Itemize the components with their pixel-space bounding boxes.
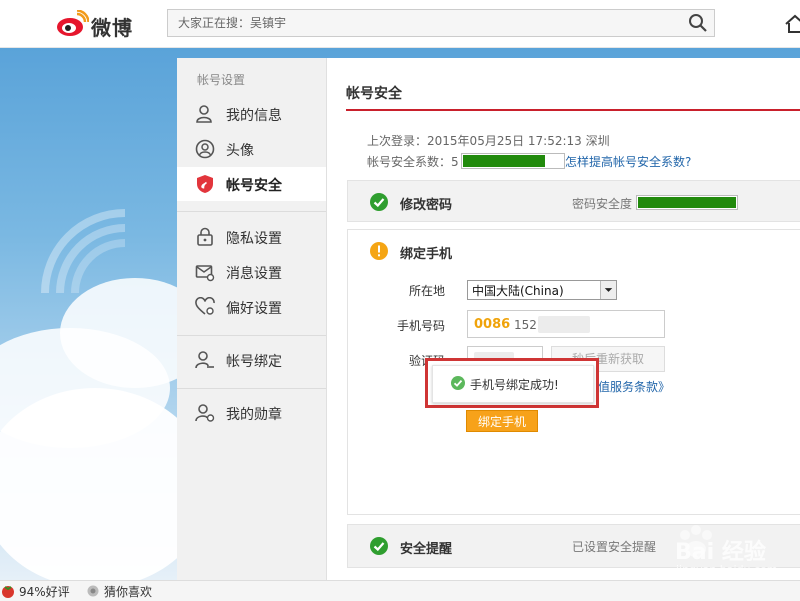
tomato-icon (2, 586, 14, 598)
browser-status-bar: 94%好评 猜你喜欢 (0, 580, 800, 601)
sidebar-item-privacy[interactable]: 隐私设置 (177, 220, 326, 254)
location-selected-value: 中国大陆(China) (472, 284, 564, 298)
last-login-value: 2015年05月25日 17:52:13 深圳 (427, 134, 610, 148)
rating-text: 94%好评 (19, 585, 70, 599)
sidebar-item-account-binding[interactable]: 帐号绑定 (177, 343, 326, 377)
sidebar-item-label: 帐号绑定 (226, 354, 282, 370)
chevron-down-icon (600, 281, 616, 299)
user-link-icon (195, 351, 214, 369)
location-select[interactable]: 中国大陆(China) (467, 280, 617, 300)
weibo-logo[interactable]: 微博 (55, 8, 145, 40)
guess-text: 猜你喜欢 (104, 585, 153, 599)
success-toast-highlight: 手机号绑定成功! (425, 358, 599, 408)
country-code: 0086 (474, 317, 511, 332)
heart-settings-icon (195, 297, 215, 315)
warning-circle-icon (370, 242, 388, 260)
search-input[interactable] (168, 10, 678, 36)
user-icon (196, 105, 212, 123)
avatar-icon (195, 139, 215, 159)
page-title: 帐号安全 (346, 86, 402, 102)
sidebar-item-label: 帐号安全 (226, 178, 282, 194)
sidebar-item-avatar[interactable]: 头像 (177, 132, 326, 166)
watermark-url: jingyan.baidu.com (676, 563, 778, 576)
password-strength-label: 密码安全度 (572, 197, 633, 211)
redacted-phone-digits (538, 316, 590, 333)
check-circle-icon (370, 193, 388, 211)
password-strength-bar (636, 195, 738, 210)
sidebar-item-label: 我的信息 (226, 108, 282, 124)
sidebar-item-preferences[interactable]: 偏好设置 (177, 290, 326, 324)
sidebar-item-label: 我的勋章 (226, 407, 282, 423)
sidebar-item-label: 头像 (226, 143, 254, 159)
logo-text: 微博 (91, 16, 133, 40)
change-password-section[interactable]: 修改密码 密码安全度 (347, 180, 800, 222)
sidebar-divider (177, 211, 326, 212)
location-label: 所在地 (408, 284, 445, 298)
search-icon[interactable] (688, 13, 708, 33)
sidebar-item-account-security[interactable]: 帐号安全 (177, 167, 326, 201)
bind-phone-button[interactable]: 绑定手机 (466, 410, 538, 432)
title-underline (346, 109, 800, 111)
security-score-fill (463, 155, 545, 167)
account-security-panel: 帐号安全 上次登录：2015年05月25日 17:52:13 深圳 帐号安全系数… (327, 58, 800, 580)
check-circle-icon (451, 376, 465, 390)
last-login-label: 上次登录： (367, 134, 428, 148)
watermark-text: Bai 经验 (675, 540, 766, 565)
circle-dot-icon (87, 585, 99, 597)
shield-icon (197, 175, 213, 193)
sidebar-item-message-settings[interactable]: 消息设置 (177, 255, 326, 289)
phone-number-value: 152 (514, 318, 537, 332)
sidebar-item-my-medals[interactable]: 我的勋章 (177, 396, 326, 430)
security-score-label: 帐号安全系数： (367, 155, 452, 169)
check-circle-icon (370, 537, 388, 555)
mail-settings-icon (195, 265, 215, 282)
search-box (167, 9, 715, 37)
section-label: 绑定手机 (400, 247, 453, 262)
medal-user-icon (195, 404, 215, 422)
settings-sidebar: 帐号设置 我的信息 头像 帐号安全 隐私设置 消息设置 偏好设置 帐号绑定 我的… (177, 58, 327, 580)
section-label: 安全提醒 (400, 542, 453, 557)
sidebar-item-label: 消息设置 (226, 266, 282, 282)
wifi-decoration-icon (41, 209, 126, 294)
toast-message: 手机号绑定成功! (470, 378, 559, 392)
sidebar-title: 帐号设置 (197, 73, 246, 87)
success-toast: 手机号绑定成功! (432, 365, 594, 403)
security-score-bar (461, 153, 565, 169)
weibo-eye-icon (57, 10, 89, 36)
top-navigation-bar: 微博 (0, 0, 800, 48)
last-login-info: 上次登录：2015年05月25日 17:52:13 深圳 (367, 132, 610, 149)
sidebar-item-my-info[interactable]: 我的信息 (177, 97, 326, 131)
security-score-value: 5 (451, 155, 459, 169)
sidebar-item-label: 偏好设置 (226, 301, 282, 317)
section-label: 修改密码 (400, 198, 453, 213)
security-score-info: 帐号安全系数：5 (367, 153, 459, 170)
sidebar-divider (177, 388, 326, 389)
phone-number-field[interactable]: 0086 152 (467, 310, 665, 338)
phone-label: 手机号码 (396, 319, 445, 333)
sidebar-item-label: 隐私设置 (226, 231, 282, 247)
sidebar-divider (177, 335, 326, 336)
home-icon[interactable] (784, 13, 800, 35)
lock-icon (197, 227, 213, 246)
service-terms-link[interactable]: 值服务条款》 (598, 378, 670, 395)
improve-security-link[interactable]: 怎样提高帐号安全系数? (565, 153, 691, 170)
password-strength-fill (638, 197, 736, 208)
